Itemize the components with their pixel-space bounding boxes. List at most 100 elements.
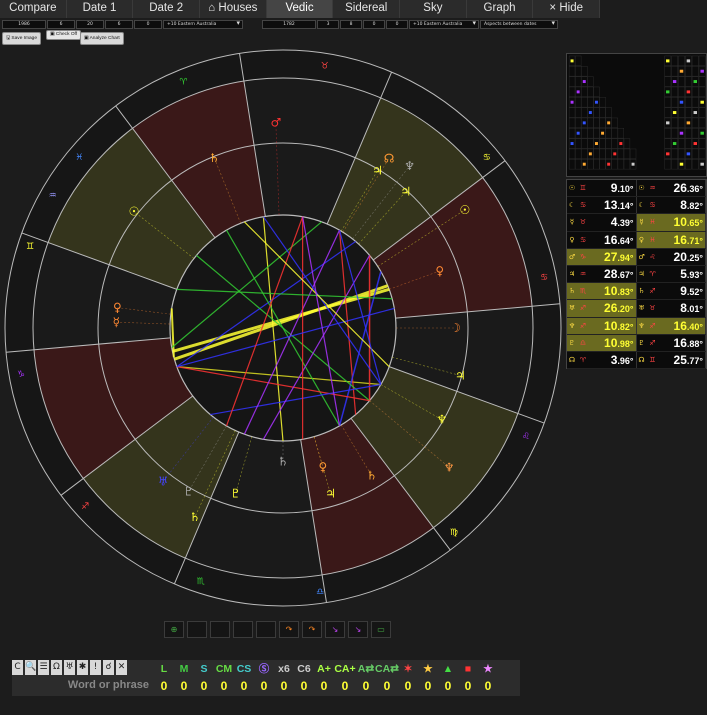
planet-cell[interactable]: ♂ ♑ 27.94° [567,248,637,265]
date1-month-input[interactable]: 6 [47,20,75,29]
planet-cell[interactable]: ♃ ♈ 5.93° [637,265,706,283]
filter-column[interactable]: ★ 0 [418,660,438,695]
planet-cell[interactable]: ♇ ♎ 10.98° [567,334,637,351]
tab-sidereal[interactable]: Sidereal [333,0,401,18]
nav-button-9[interactable]: ▭ [371,621,391,638]
search-tool-icon[interactable]: C [12,660,23,675]
planet-cell[interactable]: ☿ ♓ 10.65° [636,214,706,231]
planet-cell[interactable]: ♀ ♋ 16.64° [567,231,637,248]
filter-column[interactable]: Ⓢ 0 [254,660,274,695]
planet-cell[interactable]: ♆ ♐ 16.40° [636,317,706,334]
degree-fraction: .82° [686,201,703,212]
degree-fraction: .52° [686,287,703,298]
search-input[interactable]: Word or phrase [12,679,152,695]
filter-column[interactable]: CS 0 [234,660,254,695]
planet-cell[interactable]: ♄ ♐ 9.52° [637,283,706,300]
nav-button-5[interactable]: ↷ [279,621,299,638]
search-tool-icon[interactable]: ☌ [103,660,114,675]
tab-graph[interactable]: Graph [466,0,534,18]
filter-count: 0 [320,679,328,693]
degree-value: 20.25° [659,250,706,264]
date2-day-input[interactable]: 8 [340,20,362,29]
tab-date-2[interactable]: Date 2 [133,0,201,18]
planet-cell[interactable]: ☿ ♉ 4.39° [567,214,637,231]
search-tool-icon[interactable]: Ω [51,660,62,675]
save-image-button[interactable]: 🖫 Save Image [2,32,42,45]
date1-timezone-select[interactable]: +10 Eastern Australia [163,20,243,29]
planet-cell[interactable]: ♃ ♒ 28.67° [567,265,637,283]
tab-compare[interactable]: Compare [0,0,67,18]
planet-cell[interactable]: ☊ ♊ 25.77° [637,351,706,369]
tab-hide[interactable]: × Hide [533,0,601,18]
filter-column[interactable]: A⇄ 0 [356,660,376,695]
tab-date-1[interactable]: Date 1 [66,0,134,18]
nav-button-8[interactable]: ↘ [348,621,368,638]
planet-cell[interactable]: ♅ ♐ 26.20° [567,300,637,317]
filter-column[interactable]: CM 0 [214,660,234,695]
nav-button-0[interactable]: ⊕ [164,621,184,638]
date2-hour-input[interactable]: 0 [363,20,385,29]
planet-cell[interactable]: ♀ ♓ 16.71° [636,231,706,248]
date2-timezone-select[interactable]: +10 Eastern Australia [409,20,479,29]
planet-cell[interactable]: ♂ ♌ 20.25° [637,248,706,265]
check-toggle[interactable]: ▣ Check Off [46,30,82,40]
filter-column[interactable]: CA⇄ 0 [375,660,399,695]
date1-year-input[interactable]: 1986 [2,20,46,29]
filter-column[interactable]: x6 0 [274,660,294,695]
filter-column[interactable]: S0 [194,660,214,695]
search-tool-icon[interactable]: ☰ [38,660,49,675]
date2-minute-input[interactable]: 0 [386,20,408,29]
filter-column[interactable]: A+ 0 [314,660,334,695]
filter-column[interactable]: CA+ 0 [334,660,356,695]
planet-cell[interactable]: ☊ ♈ 3.96° [567,351,637,369]
planet-icon: ☊ [384,151,395,165]
planet-cell[interactable]: ♇ ♐ 16.88° [637,334,706,351]
filter-column[interactable]: ■ 0 [458,660,478,695]
nav-button-3[interactable] [233,621,253,638]
filter-column[interactable]: M0 [174,660,194,695]
planet-glyph-icon: ♅ [568,304,576,313]
planet-cell[interactable]: ☉ ♒ 26.36° [637,180,706,197]
tab-vedic[interactable]: Vedic [266,0,334,18]
aspect-marker [672,111,677,115]
nav-button-2[interactable] [210,621,230,638]
aspect-marker [619,142,623,146]
sign-glyph-icon: ♋ [579,235,587,244]
date1-day-input[interactable]: 20 [76,20,104,29]
planet-cell[interactable]: ☾ ♋ 8.82° [637,197,706,214]
search-tool-icon[interactable]: ✕ [116,660,127,675]
nav-button-4[interactable] [256,621,276,638]
nav-button-1[interactable] [187,621,207,638]
filter-column[interactable]: ▲ 0 [438,660,458,695]
planet-cell[interactable]: ☾ ♋ 13.14° [567,197,637,214]
planet-cell[interactable]: ♅ ♉ 8.01° [637,300,706,317]
astrology-wheel[interactable]: ♉♈♓♒♊♑♐♏♎♍♌♋♋♂♄ ☊♃ ♆♃☉♀☉♀☿ ☽♃♆♆♄♃♄♇♇♅♀♄ [0,45,566,617]
tab-sky[interactable]: Sky [400,0,467,18]
nav-button-6[interactable]: ↷ [302,621,322,638]
analyze-chart-button[interactable]: ▣ Analyze Chart [80,32,124,45]
date2-month-input[interactable]: 3 [317,20,339,29]
filter-column[interactable]: L0 [154,660,174,695]
planet-cell[interactable]: ♆ ♐ 10.82° [567,317,637,334]
filter-label: Ⓢ [258,663,270,675]
degree-value: 13.14° [589,198,636,212]
degree-fraction: .93° [686,270,703,281]
date2-year-input[interactable]: 1782 [262,20,316,29]
search-tool-icon[interactable]: 🔍 [25,660,36,675]
filter-column[interactable]: ✶ 0 [398,660,418,695]
date1-hour-input[interactable]: 6 [105,20,133,29]
aspect-cell [593,159,600,170]
aspect-marker [679,69,684,73]
filter-column[interactable]: ★ 0 [478,660,498,695]
search-tool-icon[interactable]: ✱ [77,660,88,675]
planet-cell[interactable]: ♄ ♏ 10.83° [567,283,637,300]
aspects-mode-select[interactable]: Aspects between dates [480,20,558,29]
filter-label: A⇄ [357,663,375,675]
planet-cell[interactable]: ☉ ♊ 9.10° [567,180,637,197]
filter-column[interactable]: C6 0 [294,660,314,695]
search-tool-icon[interactable]: ! [90,660,101,675]
tab-houses[interactable]: ⌂ Houses [200,0,267,18]
search-tool-icon[interactable]: ♅ [64,660,75,675]
nav-button-7[interactable]: ↘ [325,621,345,638]
date1-minute-input[interactable]: 0 [134,20,162,29]
